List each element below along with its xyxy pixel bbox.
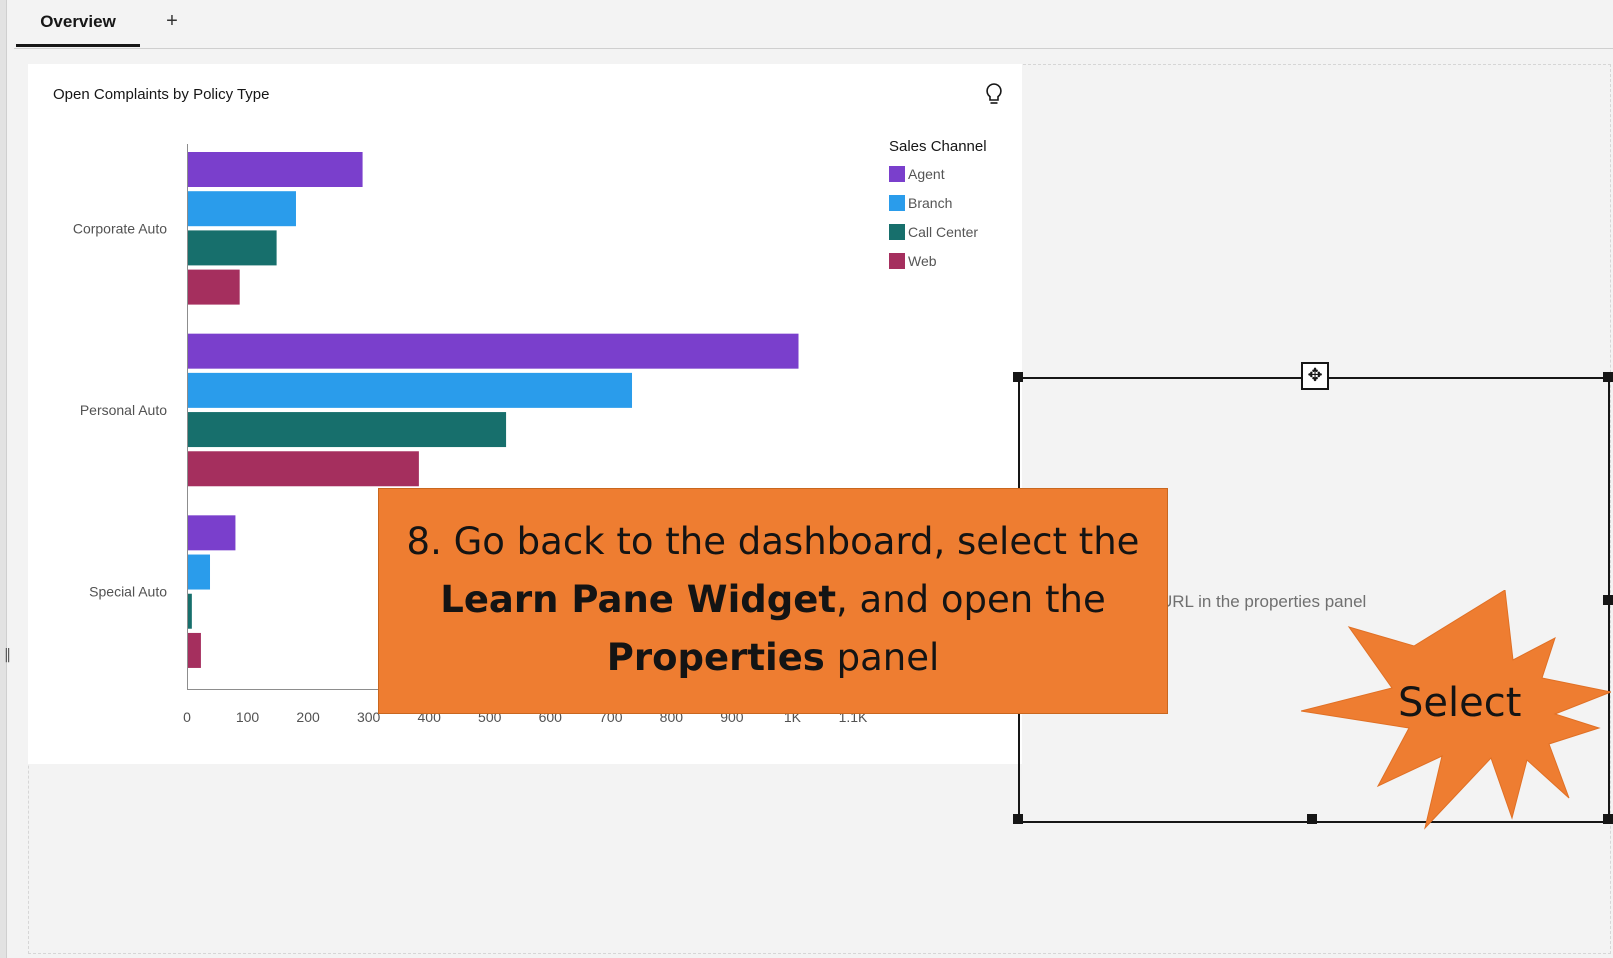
bar-agent[interactable] <box>188 152 363 187</box>
instruction-callout: 8. Go back to the dashboard, select the … <box>378 488 1168 714</box>
move-icon[interactable]: ✥ <box>1301 362 1329 390</box>
legend-label: Branch <box>908 194 953 211</box>
legend-title: Sales Channel <box>889 138 987 155</box>
bar-web[interactable] <box>188 632 201 668</box>
x-tick-label: 200 <box>296 709 320 725</box>
bar-call-center[interactable] <box>188 412 507 448</box>
resize-handle-top-left[interactable] <box>1013 372 1023 382</box>
legend-item[interactable]: Call Center <box>889 217 987 246</box>
tab-overview[interactable]: Overview <box>16 0 140 47</box>
x-tick-label: 0 <box>183 709 191 725</box>
legend-swatch <box>889 194 905 211</box>
bar-branch[interactable] <box>188 554 211 590</box>
collapse-handle-icon[interactable]: ‖ <box>4 646 11 664</box>
legend-swatch <box>889 252 905 269</box>
callout-bold-widget: Learn Pane Widget <box>440 578 837 621</box>
tab-bar: Overview + <box>14 0 1613 49</box>
bar-call-center[interactable] <box>188 230 277 266</box>
legend-swatch <box>889 165 905 182</box>
legend-item[interactable]: Web <box>889 246 987 275</box>
chart-legend: Sales Channel Agent Branch Call Center Web <box>889 138 987 275</box>
resize-handle-top-right[interactable] <box>1603 372 1613 382</box>
category-label: Corporate Auto <box>73 220 167 236</box>
callout-text-2: , and open the <box>836 578 1106 621</box>
legend-item[interactable]: Agent <box>889 159 987 188</box>
category-label: Special Auto <box>89 584 167 600</box>
legend-swatch <box>889 223 905 240</box>
bar-web[interactable] <box>188 269 240 305</box>
callout-bold-properties: Properties <box>606 636 825 679</box>
legend-item[interactable]: Branch <box>889 188 987 217</box>
bar-web[interactable] <box>188 451 419 487</box>
legend-label: Call Center <box>908 223 979 240</box>
left-rail <box>0 0 7 958</box>
callout-text-3: panel <box>824 636 940 679</box>
x-tick-label: 300 <box>357 709 381 725</box>
legend-label: Web <box>908 252 937 269</box>
select-label: Select <box>1398 680 1522 726</box>
legend-label: Agent <box>908 165 945 182</box>
x-tick-label: 100 <box>236 709 260 725</box>
bar-call-center[interactable] <box>188 593 192 629</box>
add-tab-button[interactable]: + <box>160 8 184 34</box>
bar-branch[interactable] <box>188 191 296 227</box>
resize-handle-bottom-left[interactable] <box>1013 814 1023 824</box>
callout-text-1: 8. Go back to the dashboard, select the <box>406 520 1140 563</box>
bar-agent[interactable] <box>188 333 799 369</box>
bar-branch[interactable] <box>188 372 633 408</box>
category-label: Personal Auto <box>80 402 167 418</box>
bar-agent[interactable] <box>188 515 236 551</box>
